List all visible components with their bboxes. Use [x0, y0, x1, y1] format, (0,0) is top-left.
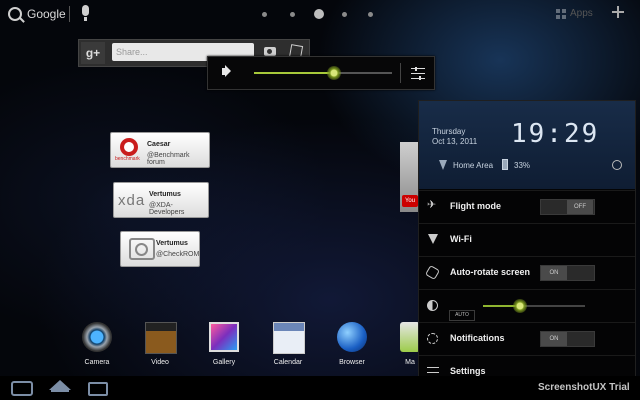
gallery-app-icon[interactable] [209, 322, 239, 352]
quick-settings-panel: Thursday Oct 13, 2011 19:29 Home Area 33… [418, 100, 636, 386]
page-indicator [262, 9, 382, 20]
browser-app-icon[interactable] [337, 322, 367, 352]
notifications-row[interactable]: Notifications ON [419, 322, 635, 355]
speaker-icon [222, 68, 227, 75]
checkrom-widget[interactable]: Vertumus @CheckROM [120, 231, 200, 267]
sound-settings-icon[interactable] [411, 67, 425, 80]
toggle-state: ON [541, 266, 567, 280]
date-label: Oct 13, 2011 [432, 137, 478, 146]
dock-video[interactable]: Video [135, 322, 185, 372]
wifi-label: Wi-Fi [450, 234, 472, 244]
wifi-icon [428, 234, 438, 244]
quick-settings-header: Thursday Oct 13, 2011 19:29 Home Area 33… [419, 101, 635, 189]
page-dot [342, 12, 347, 17]
page-dot [262, 12, 267, 17]
dock-label: Browser [339, 359, 365, 366]
dock: Camera Video Gallery Calendar Browser Ma [70, 322, 430, 372]
dock-label: Calendar [273, 359, 303, 366]
divider [400, 63, 401, 83]
notifications-label: Notifications [450, 333, 505, 343]
brightness-slider[interactable] [483, 299, 585, 313]
back-icon[interactable] [11, 381, 33, 396]
market-app-icon[interactable] [400, 322, 420, 352]
notifications-icon [427, 333, 438, 344]
dock-label: Video [151, 359, 169, 366]
home-icon[interactable] [49, 380, 71, 392]
volume-fill [254, 72, 335, 74]
navigation-bar: ScreenshotUX Trial [0, 376, 640, 400]
volume-popup [207, 56, 435, 90]
apps-button[interactable]: Apps [570, 8, 593, 19]
watermark-label: ScreenshotUX Trial [538, 382, 630, 393]
volume-slider[interactable] [254, 66, 392, 80]
brightness-icon [612, 160, 622, 170]
toggle-state: OFF [567, 200, 593, 214]
dock-label: Camera [84, 359, 110, 366]
widget-title: Vertumus [156, 240, 188, 247]
network-label: Home Area [453, 161, 494, 170]
signal-icon [439, 160, 447, 170]
notifications-toggle[interactable]: ON [540, 331, 595, 347]
youtube-icon: You [402, 195, 418, 207]
search-icon[interactable] [8, 7, 22, 21]
wifi-row[interactable]: Wi-Fi [419, 223, 635, 256]
mic-icon[interactable] [82, 5, 89, 21]
widget-subtitle: @XDA-Developers [149, 202, 185, 216]
xda-logo: xda [118, 192, 146, 209]
gplus-logo[interactable]: g+ [81, 42, 105, 64]
dock-gallery[interactable]: Gallery [199, 322, 249, 372]
brightness-row: AUTO [419, 289, 635, 322]
page-dot-active [314, 9, 324, 19]
dock-browser[interactable]: Browser [327, 322, 377, 372]
airplane-icon [427, 198, 439, 213]
page-dot [290, 12, 295, 17]
google-search-label[interactable]: Google [27, 7, 66, 21]
camera-app-icon[interactable] [82, 322, 112, 352]
page-dot [368, 12, 373, 17]
settings-label: Settings [450, 366, 486, 376]
day-label: Thursday [432, 127, 466, 136]
auto-rotate-row[interactable]: Auto-rotate screen ON [419, 256, 635, 289]
divider [69, 6, 70, 22]
battery-icon [502, 159, 508, 170]
flight-mode-row[interactable]: Flight mode OFF [419, 190, 635, 223]
checkrom-logo [129, 238, 155, 260]
widget-subtitle: @Benchmark forum [147, 152, 190, 166]
add-icon[interactable] [612, 6, 624, 18]
widget-title: Caesar [147, 141, 171, 148]
brightness-thumb[interactable] [512, 299, 527, 313]
dock-calendar[interactable]: Calendar [263, 322, 313, 372]
video-app-icon[interactable] [145, 322, 177, 354]
flight-mode-toggle[interactable]: OFF [540, 199, 595, 215]
rotate-icon [424, 264, 441, 281]
widget-subtitle: @CheckROM [156, 251, 200, 258]
recent-apps-icon[interactable] [88, 382, 108, 396]
battery-label: 33% [514, 161, 531, 170]
xda-widget[interactable]: xda Vertumus @XDA-Developers [113, 182, 209, 218]
top-bar: Google Apps [0, 0, 640, 30]
dock-label: Gallery [212, 359, 236, 366]
auto-brightness-checkbox[interactable]: AUTO [449, 310, 475, 321]
toggle-state: ON [541, 332, 567, 346]
benchmark-logo: benchmark [115, 137, 143, 163]
dock-camera[interactable]: Camera [72, 322, 122, 372]
volume-thumb[interactable] [327, 66, 342, 80]
apps-grid-icon[interactable] [556, 9, 566, 19]
auto-rotate-toggle[interactable]: ON [540, 265, 595, 281]
benchmark-widget[interactable]: benchmark Caesar @Benchmark forum [110, 132, 210, 168]
auto-rotate-label: Auto-rotate screen [450, 267, 531, 277]
brightness-icon [427, 300, 438, 311]
clock: 19:29 [511, 119, 600, 149]
camera-icon[interactable] [264, 47, 276, 56]
widget-title: Vertumus [149, 191, 181, 198]
flight-mode-label: Flight mode [450, 201, 501, 211]
calendar-app-icon[interactable] [273, 322, 305, 354]
